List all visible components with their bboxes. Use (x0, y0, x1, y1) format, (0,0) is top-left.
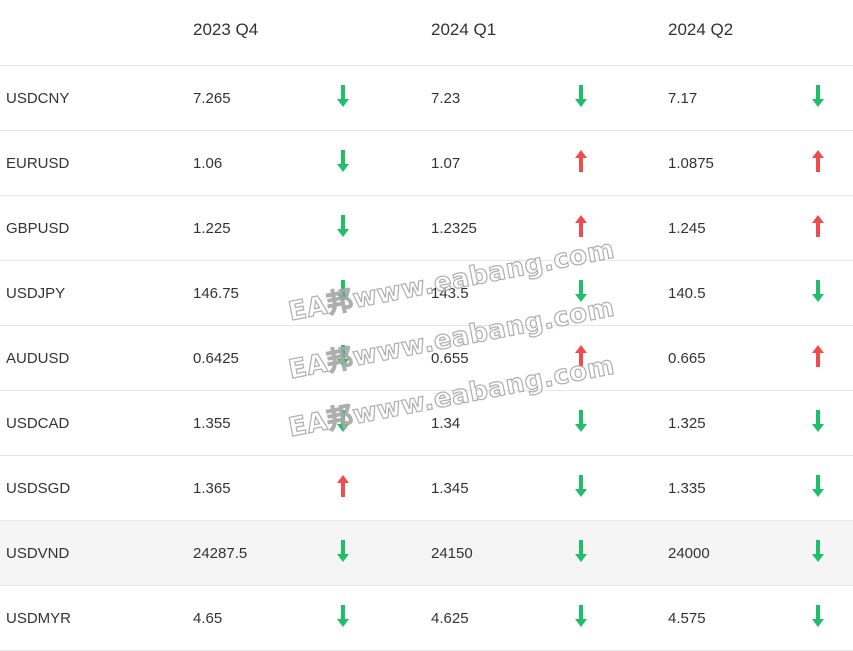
currency-pair: USDJPY (6, 285, 66, 302)
table-row: USDMYR 4.65 4.625 4.575 (0, 586, 853, 651)
arrow-down-icon (336, 409, 350, 433)
arrow-up-icon (811, 214, 825, 238)
arrow-up-icon (336, 474, 350, 498)
arrow-up-icon (574, 149, 588, 173)
arrow-down-icon (811, 84, 825, 108)
value-2023-q4: 1.225 (193, 220, 231, 237)
arrow-down-icon (811, 279, 825, 303)
currency-pair: USDCAD (6, 415, 70, 432)
value-2024-q1: 1.34 (431, 415, 461, 432)
currency-pair: USDCNY (6, 90, 70, 107)
arrow-down-icon (336, 344, 350, 368)
value-2024-q1: 1.2325 (431, 220, 477, 237)
header-2024-q2: 2024 Q2 (668, 20, 734, 39)
value-2024-q2: 1.335 (668, 480, 706, 497)
value-2023-q4: 24287.5 (193, 545, 248, 562)
arrow-down-icon (574, 604, 588, 628)
value-2024-q1: 0.655 (431, 350, 469, 367)
arrow-down-icon (336, 279, 350, 303)
table-row: USDCAD 1.355 1.34 1.325 (0, 391, 853, 456)
arrow-down-icon (811, 409, 825, 433)
arrow-up-icon (574, 344, 588, 368)
value-2024-q2: 1.325 (668, 415, 706, 432)
table-row: USDCNY 7.265 7.23 7.17 (0, 66, 853, 131)
value-2023-q4: 1.365 (193, 480, 231, 497)
value-2024-q2: 4.575 (668, 610, 706, 627)
value-2023-q4: 4.65 (193, 610, 223, 627)
arrow-down-icon (336, 214, 350, 238)
arrow-up-icon (574, 214, 588, 238)
value-2024-q1: 24150 (431, 545, 473, 562)
arrow-down-icon (574, 409, 588, 433)
arrow-up-icon (811, 344, 825, 368)
header-2024-q1: 2024 Q1 (431, 20, 497, 39)
value-2023-q4: 0.6425 (193, 350, 239, 367)
arrow-down-icon (574, 279, 588, 303)
table-body: USDCNY 7.265 7.23 7.17 EURUSD 1.06 1.07 1.0875 G… (0, 66, 853, 651)
currency-pair: AUDUSD (6, 350, 70, 367)
value-2023-q4: 7.265 (193, 90, 231, 107)
arrow-down-icon (336, 84, 350, 108)
value-2024-q2: 24000 (668, 545, 710, 562)
arrow-down-icon (336, 604, 350, 628)
value-2024-q2: 1.0875 (668, 155, 714, 172)
currency-pair: USDSGD (6, 480, 71, 497)
value-2023-q4: 1.355 (193, 415, 231, 432)
currency-pair: GBPUSD (6, 220, 70, 237)
value-2024-q1: 1.345 (431, 480, 469, 497)
table-row: AUDUSD 0.6425 0.655 0.665 (0, 326, 853, 391)
arrow-down-icon (574, 474, 588, 498)
value-2024-q2: 0.665 (668, 350, 706, 367)
currency-pair: EURUSD (6, 155, 70, 172)
currency-pair: USDMYR (6, 610, 72, 627)
header-2023-q4: 2023 Q4 (193, 20, 259, 39)
value-2024-q1: 4.625 (431, 610, 469, 627)
value-2024-q2: 1.245 (668, 220, 706, 237)
value-2023-q4: 146.75 (193, 285, 239, 302)
table-row: EURUSD 1.06 1.07 1.0875 (0, 131, 853, 196)
table-row: GBPUSD 1.225 1.2325 1.245 (0, 196, 853, 261)
value-2024-q1: 7.23 (431, 90, 461, 107)
value-2024-q1: 1.07 (431, 155, 461, 172)
arrow-down-icon (336, 149, 350, 173)
table-row: USDJPY 146.75 143.5 140.5 (0, 261, 853, 326)
arrow-down-icon (574, 539, 588, 563)
value-2024-q1: 143.5 (431, 285, 469, 302)
currency-pair: USDVND (6, 545, 70, 562)
value-2024-q2: 140.5 (668, 285, 706, 302)
forecast-table: 2023 Q4 2024 Q1 2024 Q2 USDCNY 7.265 7.23 7… (0, 0, 853, 651)
arrow-down-icon (336, 539, 350, 563)
table-row: USDSGD 1.365 1.345 1.335 (0, 456, 853, 521)
arrow-down-icon (811, 474, 825, 498)
arrow-down-icon (811, 604, 825, 628)
value-2024-q2: 7.17 (668, 90, 698, 107)
arrow-down-icon (574, 84, 588, 108)
table-header: 2023 Q4 2024 Q1 2024 Q2 (0, 0, 853, 66)
table-row: USDVND 24287.5 24150 24000 (0, 521, 853, 586)
arrow-down-icon (811, 539, 825, 563)
value-2023-q4: 1.06 (193, 155, 223, 172)
arrow-up-icon (811, 149, 825, 173)
